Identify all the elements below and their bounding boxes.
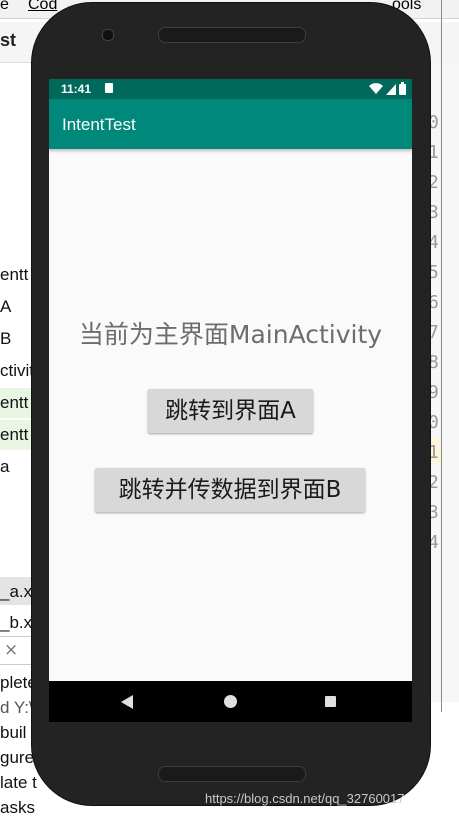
status-bar: 11:41 (49, 79, 412, 99)
tree-item[interactable]: entt (0, 393, 28, 413)
watermark: https://blog.csdn.net/qq_32760017 (205, 791, 405, 806)
console-line: late t (0, 773, 37, 792)
breadcrumb[interactable]: st (0, 30, 16, 51)
top-speaker (158, 27, 306, 43)
status-time: 11:41 (61, 82, 92, 96)
app-title: IntentTest (62, 115, 136, 134)
menu-item[interactable]: Cod (28, 0, 57, 14)
bottom-speaker (158, 766, 306, 782)
tree-item[interactable]: A (0, 297, 11, 317)
console-line: d Y:\ (0, 698, 34, 717)
menu-item[interactable]: e (0, 0, 9, 14)
back-icon[interactable] (121, 695, 133, 709)
app-bar: IntentTest (49, 99, 412, 149)
wifi-icon (369, 82, 383, 94)
phone-screen: 11:41 IntentTest 当前为主界面MainActivity 跳转到界… (49, 79, 412, 722)
nav-bar (49, 681, 412, 722)
tree-item[interactable]: entt (0, 265, 28, 285)
go-to-a-button[interactable]: 跳转到界面A (148, 389, 313, 433)
go-to-b-with-data-button[interactable]: 跳转并传数据到界面B (95, 468, 365, 512)
battery-icon (399, 82, 406, 95)
tree-item[interactable]: a (0, 457, 9, 477)
tree-item[interactable]: ctivit (0, 361, 34, 381)
console-line: gure (0, 748, 35, 767)
signal-icon (386, 83, 396, 95)
tree-item[interactable]: B (0, 329, 11, 349)
close-icon[interactable]: × (4, 640, 18, 660)
console-line: asks (0, 798, 35, 817)
recents-icon[interactable] (325, 696, 336, 707)
tree-item[interactable]: entt (0, 425, 28, 445)
editor-border (441, 0, 442, 712)
console-line: buil (0, 723, 27, 742)
front-camera (102, 29, 114, 41)
status-icons (369, 82, 406, 95)
home-icon[interactable] (224, 695, 237, 708)
sd-card-icon (105, 83, 113, 93)
current-screen-label: 当前为主界面MainActivity (78, 320, 383, 349)
